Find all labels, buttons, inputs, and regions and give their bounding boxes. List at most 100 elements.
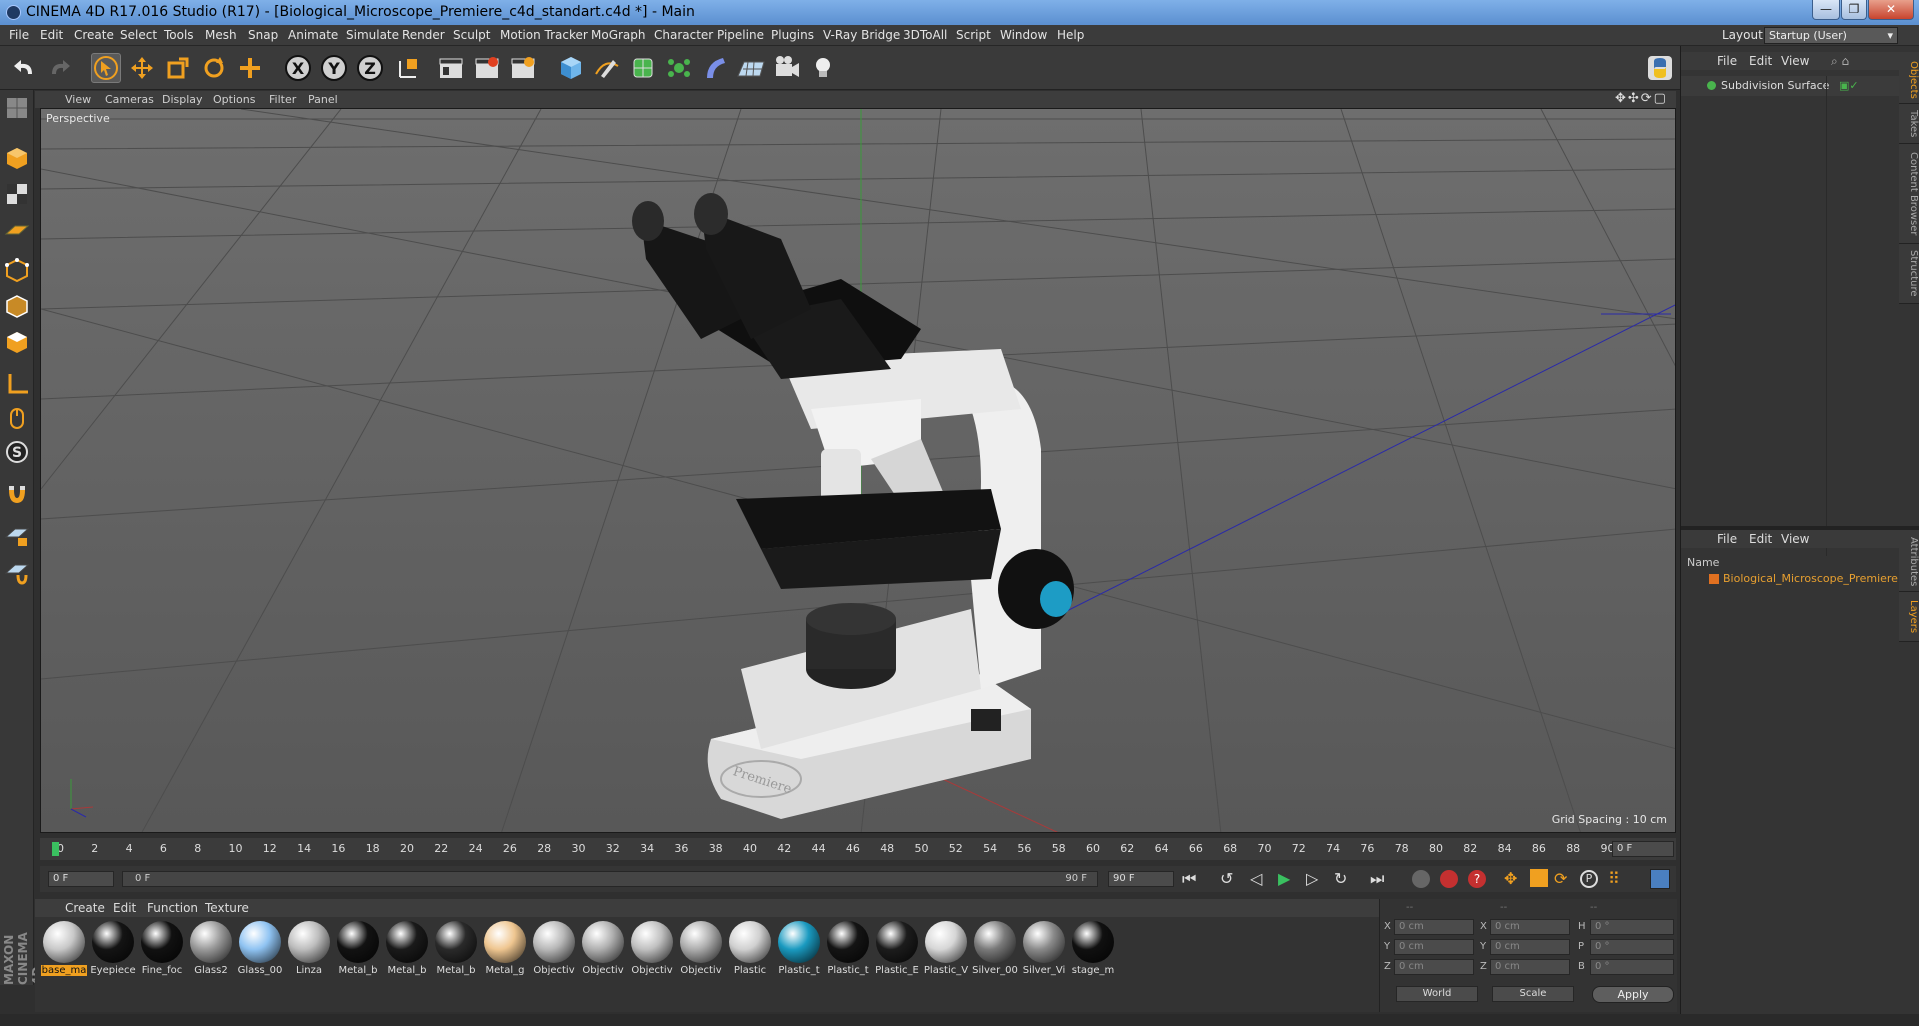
key-parameter-icon[interactable]: P [1580,870,1598,888]
record-keys-icon[interactable] [1412,870,1430,888]
perspective-viewport[interactable]: Premiere Perspective Grid Spacing : 10 c… [40,108,1676,833]
layers-menu-view[interactable]: View [1781,532,1809,546]
viewport-menu-view[interactable]: View [65,93,91,106]
size-field[interactable]: 0 cm [1490,959,1570,975]
menu-snap[interactable]: Snap [248,28,278,42]
menu-plugins[interactable]: Plugins [771,28,814,42]
material-item[interactable]: Metal_g [482,921,528,981]
axis-mode-button[interactable] [3,370,31,398]
polygons-mode-button[interactable] [3,328,31,356]
material-item[interactable]: Plastic_E [874,921,920,981]
material-item[interactable]: stage_m [1070,921,1116,981]
scale-tool-button[interactable] [163,53,193,83]
size-field[interactable]: 0 cm [1490,919,1570,935]
material-item[interactable]: base_ma [41,921,87,981]
menu-mograph[interactable]: MoGraph [591,28,646,42]
start-frame-field[interactable]: 0 F [48,871,114,887]
key-position-icon[interactable]: ✥ [1504,869,1517,888]
viewport-menu-cameras[interactable]: Cameras [105,93,154,106]
menu-file[interactable]: File [9,28,29,42]
end-frame-field[interactable]: 90 F [1108,871,1174,887]
tab-structure[interactable]: Structure [1899,244,1919,304]
material-item[interactable]: Plastic_V [923,921,969,981]
material-item[interactable]: Silver_Vi [1021,921,1067,981]
goto-next-key-icon[interactable]: ↻ [1334,869,1347,888]
position-field[interactable]: 0 cm [1394,919,1474,935]
coordinate-system-button[interactable] [393,53,423,83]
key-scale-icon[interactable] [1530,869,1548,887]
viewport-menu-options[interactable]: Options [213,93,255,106]
key-rotation-icon[interactable]: ⟳ [1554,869,1567,888]
coordinate-space-select[interactable]: World [1396,986,1478,1002]
size-field[interactable]: 0 cm [1490,939,1570,955]
x-axis-lock-button[interactable]: X [283,53,313,83]
camera-button[interactable] [772,53,802,83]
solo-mode-button[interactable]: S [3,438,31,466]
key-pla-icon[interactable]: ⠿ [1608,869,1620,888]
position-field[interactable]: 0 cm [1394,939,1474,955]
rotation-field[interactable]: 0 ° [1590,959,1674,975]
goto-start-icon[interactable]: ⏮ [1182,869,1196,889]
material-item[interactable]: Plastic [727,921,773,981]
material-item[interactable]: Silver_00 [972,921,1018,981]
make-editable-button[interactable] [3,94,31,122]
objects-search-icon[interactable]: ⌕ ⌂ [1831,54,1849,69]
cloner-button[interactable] [664,53,694,83]
workplane-lock-button[interactable] [3,522,31,550]
model-mode-button[interactable] [3,144,31,172]
material-menu-edit[interactable]: Edit [113,901,136,915]
render-settings-button[interactable] [508,53,538,83]
render-picture-viewer-button[interactable] [472,53,502,83]
play-icon[interactable]: ▶ [1278,869,1290,888]
undo-button[interactable] [10,53,40,83]
menu-help[interactable]: Help [1057,28,1084,42]
material-menu-texture[interactable]: Texture [205,901,249,915]
layers-menu-edit[interactable]: Edit [1749,532,1772,546]
material-item[interactable]: Glass_00 [237,921,283,981]
apply-button[interactable]: Apply [1592,986,1674,1003]
redo-button[interactable] [44,53,74,83]
menu-sculpt[interactable]: Sculpt [453,28,490,42]
menu-script[interactable]: Script [956,28,991,42]
menu-vray-bridge[interactable]: V-Ray Bridge [823,28,900,42]
material-item[interactable]: Objectiv [580,921,626,981]
menu-tools[interactable]: Tools [164,28,194,42]
pen-spline-button[interactable] [592,53,622,83]
menu-window[interactable]: Window [1000,28,1047,42]
playhead[interactable] [52,842,59,856]
workplane-snap-button[interactable] [3,558,31,586]
material-item[interactable]: Objectiv [629,921,675,981]
material-menu-function[interactable]: Function [147,901,198,915]
prev-frame-icon[interactable]: ◁ [1250,869,1262,888]
subdivision-surface-button[interactable] [628,53,658,83]
material-item[interactable]: Metal_b [384,921,430,981]
timeline-ruler[interactable]: 0 2 4 6 8 10 12 14 16 18 20 22 24 26 28 30 32 34 36 38 40 42 4… [40,838,1676,860]
material-item[interactable]: Plastic_t [825,921,871,981]
material-item[interactable]: Fine_foc [139,921,185,981]
tab-objects[interactable]: Objects [1899,56,1919,104]
material-item[interactable]: Eyepiece [90,921,136,981]
snap-button[interactable] [3,480,31,508]
material-item[interactable]: Metal_b [433,921,479,981]
layout-select[interactable]: Startup (User) ▾ [1764,27,1898,44]
close-button[interactable]: ✕ [1868,0,1914,20]
objects-menu-view[interactable]: View [1781,54,1809,68]
tab-content-browser[interactable]: Content Browser [1899,144,1919,244]
keyframe-selection-icon[interactable]: ? [1468,870,1486,888]
object-row-subdivision-surface[interactable]: Subdivision Surface ▣✓ [1681,76,1899,96]
current-frame-field[interactable]: 0 F [1612,841,1674,857]
menu-simulate[interactable]: Simulate [346,28,399,42]
viewport-menu-panel[interactable]: Panel [308,93,338,106]
autokey-icon[interactable] [1440,870,1458,888]
menu-character[interactable]: Character [654,28,713,42]
cube-primitive-button[interactable] [556,53,586,83]
menu-mesh[interactable]: Mesh [205,28,237,42]
render-view-button[interactable] [436,53,466,83]
objects-menu-file[interactable]: File [1717,54,1737,68]
objects-menu-edit[interactable]: Edit [1749,54,1772,68]
light-button[interactable] [808,53,838,83]
viewport-nav-icons[interactable]: ✥✣⟳▢ [1615,91,1668,106]
rotation-field[interactable]: 0 ° [1590,939,1674,955]
menu-animate[interactable]: Animate [288,28,338,42]
material-item[interactable]: Objectiv [531,921,577,981]
